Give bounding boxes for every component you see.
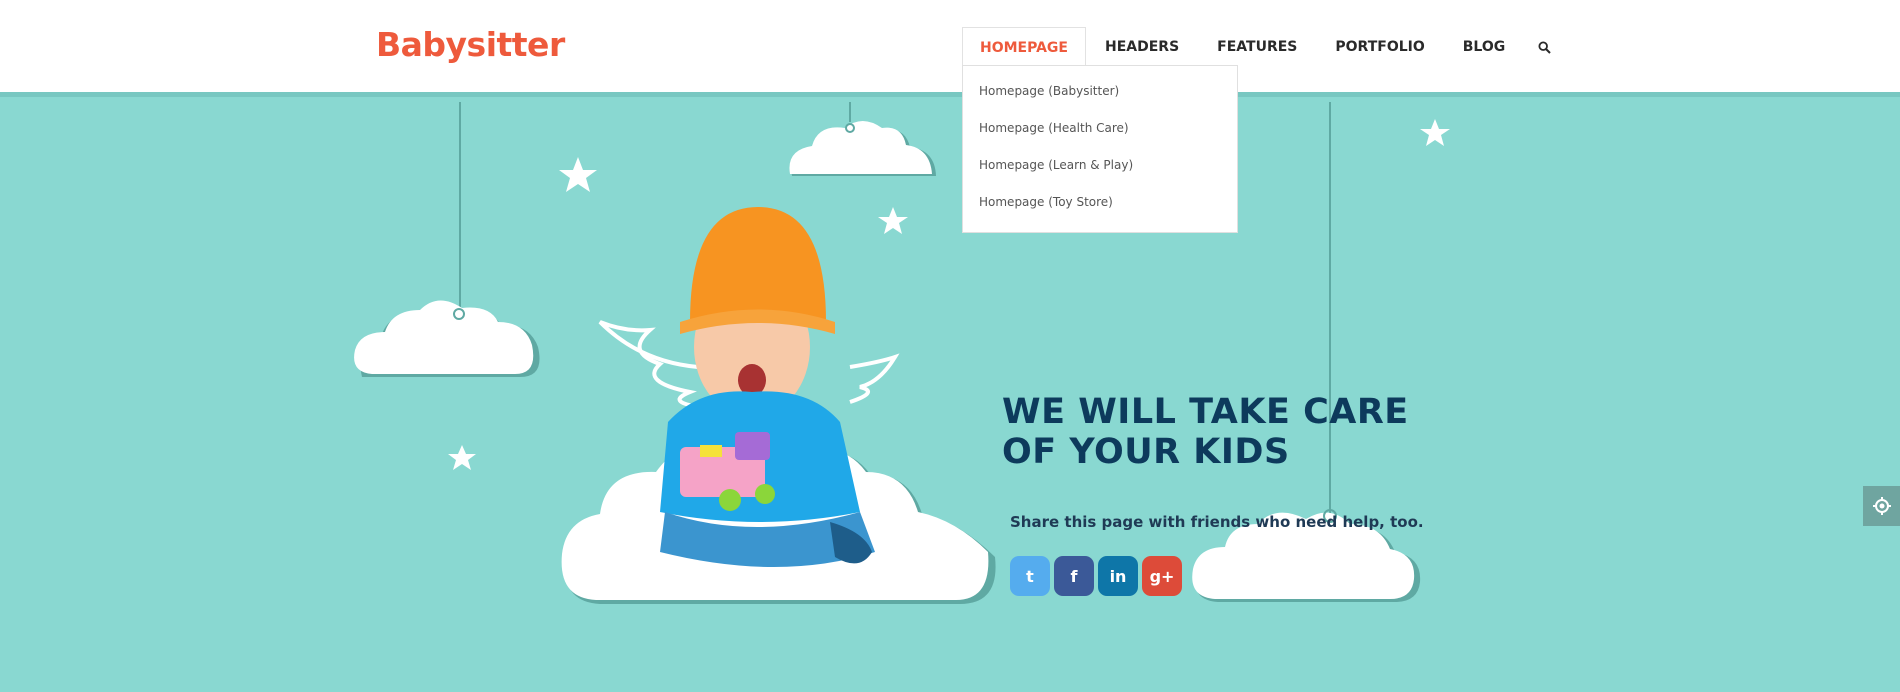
kid-illustration <box>660 207 875 567</box>
headline-line-2: OF YOUR KIDS <box>1002 432 1290 472</box>
site-header: Babysitter HOMEPAGE HEADERS FEATURES POR… <box>0 0 1900 97</box>
dropdown-item-babysitter[interactable]: Homepage (Babysitter) <box>963 80 1237 117</box>
nav-item-features[interactable]: FEATURES <box>1198 27 1316 67</box>
cloud-decoration <box>789 121 936 176</box>
hero-illustration <box>354 119 1450 604</box>
social-share-buttons: t f in g+ <box>1010 556 1182 596</box>
nav-item-headers[interactable]: HEADERS <box>1086 27 1198 67</box>
cloud-decoration <box>354 300 540 377</box>
google-plus-icon: g+ <box>1149 566 1175 586</box>
headline-line-1: WE WILL TAKE CARE <box>1002 392 1409 432</box>
dropdown-item-toy-store[interactable]: Homepage (Toy Store) <box>963 191 1237 228</box>
nav-item-blog[interactable]: BLOG <box>1444 27 1525 67</box>
search-icon <box>1538 40 1551 54</box>
twitter-share-button[interactable]: t <box>1010 556 1050 596</box>
main-nav: HOMEPAGE HEADERS FEATURES PORTFOLIO BLOG <box>962 26 1564 68</box>
share-text: Share this page with friends who need he… <box>1010 513 1424 531</box>
facebook-icon: f <box>1070 566 1078 586</box>
logo[interactable]: Babysitter <box>376 25 565 64</box>
nav-item-portfolio[interactable]: PORTFOLIO <box>1316 27 1443 67</box>
google-plus-share-button[interactable]: g+ <box>1142 556 1182 596</box>
facebook-share-button[interactable]: f <box>1054 556 1094 596</box>
homepage-dropdown-menu: Homepage (Babysitter) Homepage (Health C… <box>962 65 1238 233</box>
dropdown-item-health-care[interactable]: Homepage (Health Care) <box>963 117 1237 154</box>
search-button[interactable] <box>1524 27 1564 67</box>
nav-item-homepage[interactable]: HOMEPAGE <box>962 26 1086 68</box>
hero-headline: WE WILL TAKE CARE OF YOUR KIDS <box>1002 392 1409 472</box>
hero-section: WE WILL TAKE CARE OF YOUR KIDS Share thi… <box>0 102 1900 692</box>
gear-icon <box>1872 497 1891 515</box>
twitter-icon: t <box>1026 566 1034 586</box>
settings-button[interactable] <box>1863 486 1900 526</box>
dropdown-item-learn-play[interactable]: Homepage (Learn & Play) <box>963 154 1237 191</box>
linkedin-share-button[interactable]: in <box>1098 556 1138 596</box>
linkedin-icon: in <box>1109 566 1127 586</box>
